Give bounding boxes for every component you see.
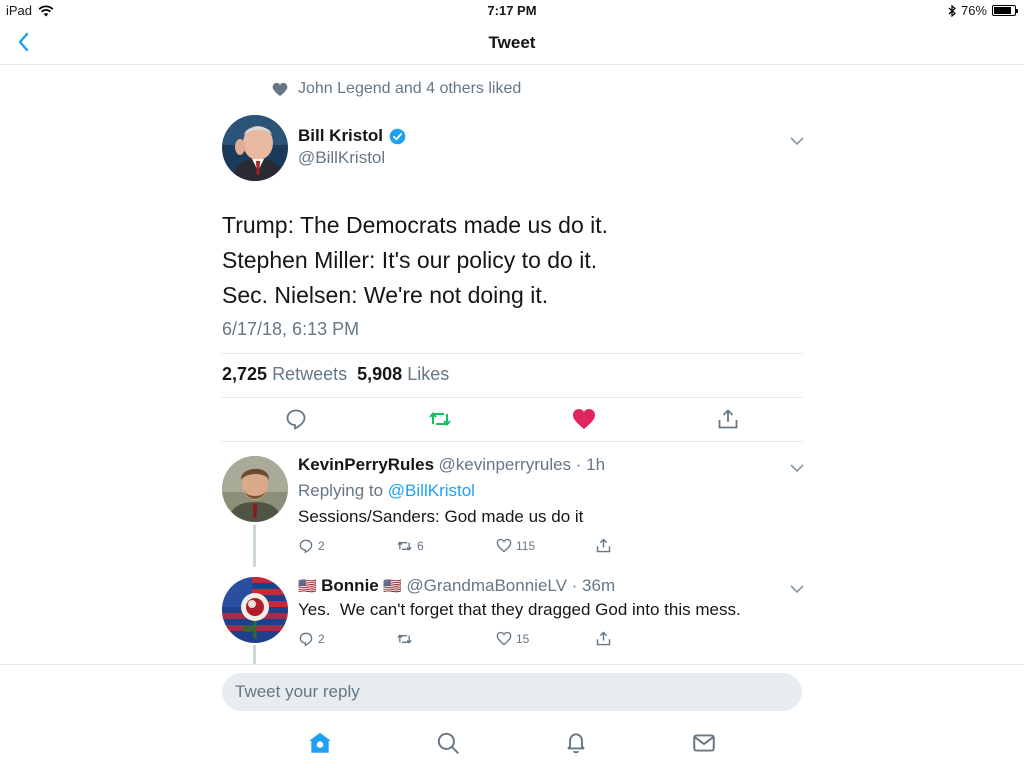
heart-outline-icon [496,631,512,646]
tab-notifications[interactable] [563,730,589,756]
social-context-text: John Legend and 4 others liked [298,80,522,97]
tweet-line: Trump: The Democrats made us do it. [222,212,609,238]
reply-reply-button[interactable]: 2 [298,538,325,554]
battery-fill [994,7,1011,14]
reply-like-count: 15 [516,631,530,646]
reply-reply-count: 2 [318,632,325,646]
heart-icon [272,82,288,96]
replying-to: Replying to @BillKristol [298,481,475,501]
like-button[interactable] [572,407,596,431]
retweets-stat[interactable]: 2,725 Retweets [222,364,347,384]
thread-connector [253,645,256,664]
reply-input[interactable] [222,673,802,711]
retweet-button[interactable] [428,407,452,431]
tab-search[interactable] [435,730,461,756]
reply-icon [286,409,306,430]
reply-icon [299,632,313,647]
status-bar: iPad 7:17 PM 76% [0,0,1024,20]
retweet-count: 2,725 [222,364,268,384]
tab-messages[interactable] [691,730,717,756]
reply-retweet-button[interactable] [396,631,413,647]
reply-like-count: 115 [516,538,536,553]
tweet-stats: 2,725 Retweets 5,908 Likes [222,364,449,385]
reply-retweet-button[interactable]: 6 [396,538,424,554]
tweet-line: Sec. Nielsen: We're not doing it. [222,282,549,308]
reply-author-meta: @kevinperryrules · 1h [438,455,606,474]
reply-text: Sessions/Sanders: God made us do it [298,507,584,526]
divider [222,441,802,442]
author-name: Bill Kristol [298,126,384,145]
reply-share-button[interactable] [595,537,612,554]
home-icon [309,732,331,753]
reply-like-button[interactable]: 15 [496,631,529,646]
flag-icon: 🇺🇸 [298,578,317,595]
heart-filled-icon [573,409,595,429]
tweet-text: Trump: The Democrats made us do it. Step… [222,208,608,313]
reply-menu-button[interactable] [790,460,804,473]
replying-to-handle[interactable]: @BillKristol [388,481,475,500]
author-handle[interactable]: @BillKristol [298,148,385,168]
share-icon [596,538,611,553]
retweet-icon [397,634,412,644]
share-icon [718,409,738,429]
thread-connector [253,525,256,567]
reply-button[interactable] [284,407,308,431]
like-count: 5,908 [357,364,403,384]
bluetooth-icon [948,4,956,17]
replying-to-label: Replying to [298,481,384,500]
nav-bar: Tweet [0,20,1024,65]
share-icon [596,631,611,646]
search-icon [437,732,459,754]
tab-home[interactable] [307,730,333,756]
reply-share-button[interactable] [595,630,612,647]
chevron-down-icon [790,137,804,146]
battery-percent: 76% [960,3,987,18]
reply-avatar[interactable] [222,456,288,522]
reply-header: KevinPerryRules @kevinperryrules · 1h [298,455,605,475]
retweet-icon [429,411,451,427]
reply-text: Yes. We can't forget that they dragged G… [298,600,741,619]
reply-like-button[interactable]: 115 [496,538,535,553]
reply-menu-button[interactable] [790,581,804,594]
reply-header: 🇺🇸 Bonnie 🇺🇸 @GrandmaBonnieLV · 36m [298,576,615,596]
share-button[interactable] [716,407,740,431]
reply-avatar-image [222,577,288,643]
author-avatar-image [222,115,288,181]
divider [222,353,802,354]
reply-author-meta: @GrandmaBonnieLV · 36m [406,576,616,595]
chevron-down-icon [790,464,804,473]
likes-stat[interactable]: 5,908 Likes [357,364,449,384]
heart-outline-icon [496,538,512,553]
status-time: 7:17 PM [487,3,537,18]
tweet-line: Stephen Miller: It's our policy to do it… [222,247,598,273]
reply-reply-count: 2 [318,539,325,553]
reply-author-name[interactable]: KevinPerryRules [298,455,434,474]
status-bar-right: 76% [948,3,1018,18]
battery-icon [992,5,1018,16]
reply-author-name[interactable]: Bonnie [321,576,379,595]
retweet-icon [397,541,412,551]
tweet-menu-button[interactable] [790,133,804,146]
social-context[interactable]: John Legend and 4 others liked [272,80,521,98]
mail-icon [693,734,715,752]
retweets-label: Retweets [272,364,348,384]
reply-retweet-count: 6 [417,539,424,553]
flag-icon: 🇺🇸 [383,578,402,595]
page-title: Tweet [488,33,536,52]
verified-badge-icon [389,128,406,144]
reply-avatar-image [222,456,288,522]
bell-icon [567,733,585,754]
chevron-down-icon [790,585,804,594]
divider [222,397,802,398]
reply-avatar[interactable] [222,577,288,643]
author-name-row[interactable]: Bill Kristol [298,126,406,146]
reply-reply-button[interactable]: 2 [298,631,325,647]
reply-icon [299,539,313,554]
likes-label: Likes [407,364,450,384]
tweet-timestamp: 6/17/18, 6:13 PM [222,319,360,339]
author-avatar[interactable] [222,115,288,181]
